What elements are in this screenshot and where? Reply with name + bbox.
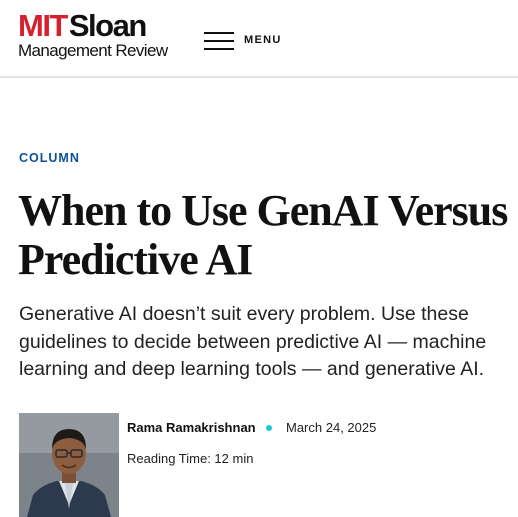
site-header: MITSloan Management Review MENU bbox=[0, 0, 518, 78]
author-photo[interactable] bbox=[19, 413, 119, 517]
hamburger-icon bbox=[204, 29, 234, 51]
menu-label: MENU bbox=[244, 34, 282, 46]
reading-time: Reading Time: 12 min bbox=[127, 451, 254, 466]
site-logo[interactable]: MITSloan Management Review bbox=[18, 10, 183, 66]
author-name-link[interactable]: Rama Ramakrishnan bbox=[127, 420, 256, 435]
article-title: When to Use GenAI Versus Predictive AI bbox=[18, 186, 508, 284]
publish-date: March 24, 2025 bbox=[286, 420, 377, 435]
logo-sloan: Sloan bbox=[68, 8, 147, 43]
article-dek: Generative AI doesn’t suit every problem… bbox=[19, 303, 487, 380]
logo-mit: MIT bbox=[18, 8, 68, 43]
category-link[interactable]: COLUMN bbox=[19, 151, 80, 165]
logo-subtitle: Management Review bbox=[18, 41, 168, 60]
meta-separator-dot bbox=[266, 425, 272, 431]
author-portrait-icon bbox=[19, 413, 119, 517]
menu-button[interactable]: MENU bbox=[204, 26, 294, 54]
